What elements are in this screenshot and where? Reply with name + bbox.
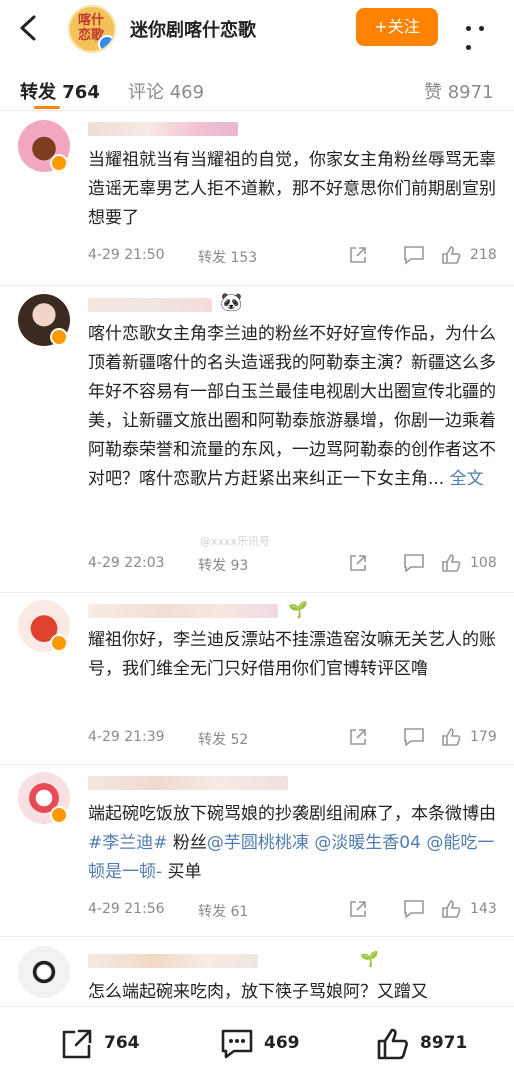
vip-badge-icon bbox=[50, 328, 68, 346]
top-bar: 喀什恋歌 迷你剧喀什恋歌 +关注 bbox=[0, 0, 514, 58]
comment-icon bbox=[221, 1029, 253, 1059]
vip-badge-icon bbox=[50, 154, 68, 172]
comment-text: 端起碗吃饭放下碗骂娘的抄袭剧组闹麻了，本条微博由 #李兰迪# 粉丝@芋圆桃桃凍 @… bbox=[88, 800, 498, 887]
repost-total: 764 bbox=[104, 1033, 140, 1053]
divider bbox=[0, 764, 514, 765]
share-icon[interactable] bbox=[348, 245, 368, 265]
like-count: 108 bbox=[470, 555, 497, 571]
comment-text: 怎么端起碗来吃肉，放下筷子骂娘阿？又蹭又 bbox=[88, 982, 428, 1002]
vip-badge-icon bbox=[50, 634, 68, 652]
bottom-action-bar: 764 469 8971 bbox=[0, 1006, 514, 1084]
mention-link[interactable]: @淡暖生香04 bbox=[314, 833, 421, 853]
username-blurred[interactable] bbox=[88, 954, 258, 968]
comment-icon[interactable] bbox=[403, 727, 425, 747]
username-blurred[interactable] bbox=[88, 298, 212, 312]
repost-count[interactable]: 转发 52 bbox=[198, 729, 248, 749]
divider bbox=[0, 936, 514, 937]
divider bbox=[0, 592, 514, 593]
account-avatar[interactable]: 喀什恋歌 bbox=[68, 5, 116, 53]
full-text-link[interactable]: 全文 bbox=[450, 469, 484, 489]
like-icon[interactable] bbox=[441, 727, 461, 747]
username-blurred[interactable] bbox=[88, 604, 278, 618]
timestamp: 4-29 21:56 bbox=[88, 901, 165, 917]
repost-count[interactable]: 转发 153 bbox=[198, 247, 257, 267]
tab-bar: 转发 764 评论 469 赞 8971 bbox=[0, 70, 514, 110]
comment-text: 喀什恋歌女主角李兰迪的粉丝不好好宣传作品，为什么顶着新疆喀什的名头造谣我的阿勒泰… bbox=[88, 320, 498, 494]
like-icon bbox=[377, 1028, 408, 1060]
timestamp: 4-29 21:39 bbox=[88, 729, 165, 745]
share-icon[interactable] bbox=[348, 553, 368, 573]
comment-text: 耀祖你好，李兰迪反漂站不挂漂造窑汝嘛无关艺人的账号，我们维全无门只好借用你们官博… bbox=[88, 630, 496, 679]
vip-badge-icon bbox=[50, 806, 68, 824]
divider bbox=[0, 285, 514, 286]
like-icon[interactable] bbox=[441, 553, 461, 573]
mention-link[interactable]: @芋圆桃桃凍 bbox=[207, 833, 309, 853]
more-icon[interactable] bbox=[462, 16, 498, 50]
back-arrow-icon[interactable] bbox=[16, 13, 42, 43]
like-count: 218 bbox=[470, 247, 497, 263]
comment-icon[interactable] bbox=[403, 899, 425, 919]
comment-icon[interactable] bbox=[403, 245, 425, 265]
comment-meta: 4-29 22:03 转发 93 108 bbox=[88, 553, 498, 575]
verified-icon bbox=[98, 35, 114, 51]
tab-reposts[interactable]: 转发 764 bbox=[20, 78, 100, 104]
repost-count[interactable]: 转发 93 bbox=[198, 555, 248, 575]
comment-body: 端起碗吃饭放下碗骂娘的抄袭剧组闹麻了，本条微博由 bbox=[88, 804, 496, 824]
account-name[interactable]: 迷你剧喀什恋歌 bbox=[130, 16, 256, 42]
timestamp: 4-29 21:50 bbox=[88, 247, 165, 263]
comment-body: 喀什恋歌女主角李兰迪的粉丝不好好宣传作品，为什么顶着新疆喀什的名头造谣我的阿勒泰… bbox=[88, 324, 496, 489]
comment-text: 当耀祖就当有当耀祖的自觉，你家女主角粉丝辱骂无辜造谣无辜男艺人拒不道歉，那不好意… bbox=[88, 150, 496, 228]
sprout-emoji: 🌱 bbox=[360, 950, 379, 968]
share-icon[interactable] bbox=[348, 727, 368, 747]
share-icon bbox=[62, 1029, 92, 1059]
repost-count[interactable]: 转发 61 bbox=[198, 901, 248, 921]
like-count: 143 bbox=[470, 901, 497, 917]
like-icon[interactable] bbox=[441, 899, 461, 919]
comment-meta: 4-29 21:39 转发 52 179 bbox=[88, 727, 498, 749]
comment-body: 买单 bbox=[162, 862, 202, 882]
sprout-emoji: 🌱 bbox=[288, 600, 308, 619]
like-total: 8971 bbox=[420, 1033, 468, 1053]
divider bbox=[0, 110, 514, 111]
tab-likes[interactable]: 赞 8971 bbox=[424, 78, 494, 104]
comment-meta: 4-29 21:50 转发 153 218 bbox=[88, 245, 498, 267]
panda-emoji: 🐼 bbox=[220, 292, 243, 313]
active-tab-indicator bbox=[34, 106, 60, 109]
comment-total: 469 bbox=[264, 1033, 300, 1053]
username-blurred[interactable] bbox=[88, 776, 288, 790]
share-icon[interactable] bbox=[348, 899, 368, 919]
like-count: 179 bbox=[470, 729, 497, 745]
comment-body: 粉丝 bbox=[167, 833, 207, 853]
avatar[interactable] bbox=[18, 946, 70, 998]
hashtag-link[interactable]: #李兰迪# bbox=[88, 833, 168, 853]
follow-button[interactable]: +关注 bbox=[356, 8, 438, 46]
comment-icon[interactable] bbox=[403, 553, 425, 573]
like-icon[interactable] bbox=[441, 245, 461, 265]
timestamp: 4-29 22:03 bbox=[88, 555, 165, 571]
tab-comments[interactable]: 评论 469 bbox=[128, 78, 204, 104]
username-blurred[interactable] bbox=[88, 122, 238, 136]
comment-meta: 4-29 21:56 转发 61 143 bbox=[88, 899, 498, 921]
watermark: @xxxx乐讯号 bbox=[200, 535, 271, 548]
